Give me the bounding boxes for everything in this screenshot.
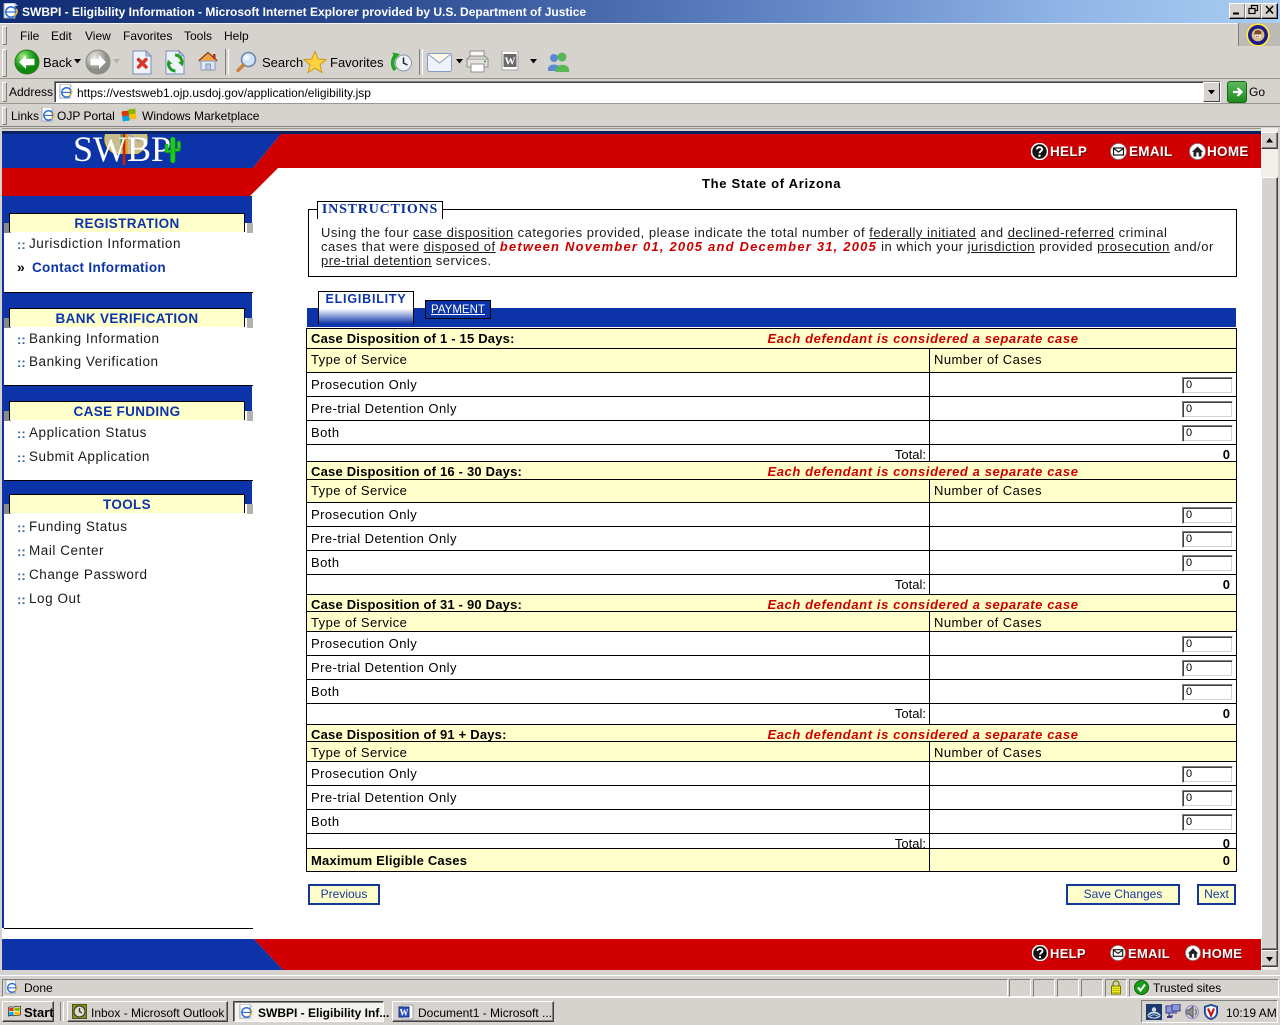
svg-text:SWBP: SWBP xyxy=(73,129,171,169)
svg-text:W: W xyxy=(505,56,516,68)
svg-text:W: W xyxy=(400,1008,409,1018)
